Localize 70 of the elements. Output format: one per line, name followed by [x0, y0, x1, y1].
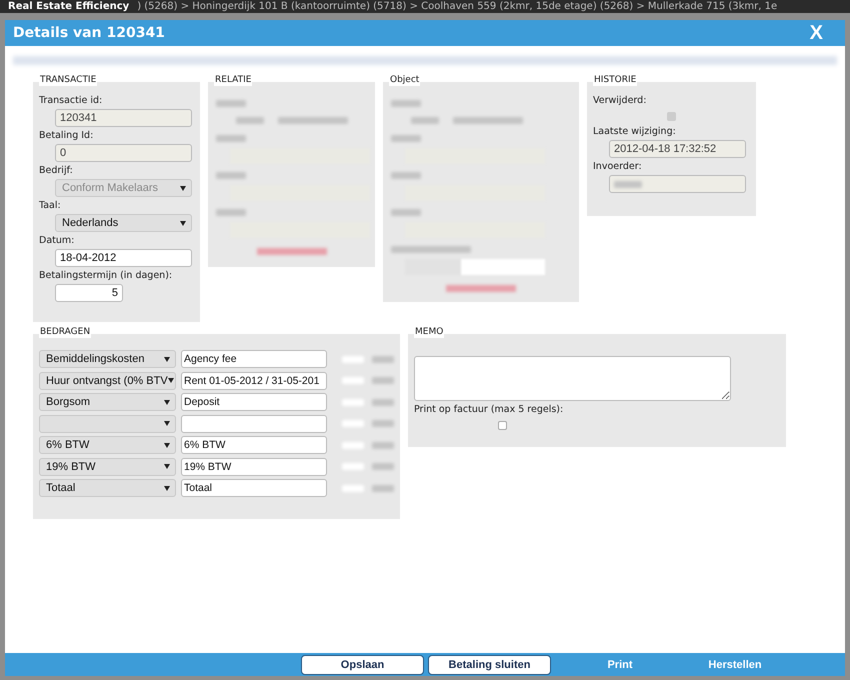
field-label: Betalingstermijn (in dagen):: [39, 270, 174, 282]
blurred-text: [216, 100, 246, 107]
field-label: Taal:: [39, 200, 62, 212]
caret-icon: [164, 486, 170, 490]
panel-title: MEMO: [414, 326, 444, 338]
blurred-text: [372, 442, 394, 448]
panel-title: RELATIE: [214, 74, 252, 86]
blurred-text: [391, 209, 421, 216]
panel-title: HISTORIE: [593, 74, 638, 86]
dropdown[interactable]: Borgsom: [39, 393, 176, 411]
caret-icon: [164, 421, 170, 426]
blurred-text: [411, 116, 439, 124]
blurred-text: [278, 116, 348, 124]
text-field[interactable]: Deposit: [181, 393, 327, 411]
caret-icon: [180, 186, 186, 190]
text-field[interactable]: Totaal: [181, 479, 327, 497]
dropdown[interactable]: Huur ontvangst (0% BTV: [39, 372, 176, 390]
dropdown[interactable]: [39, 414, 176, 432]
dropdown[interactable]: 6% BTW: [39, 436, 176, 454]
caret-icon: [164, 464, 170, 469]
caret-icon: [180, 220, 186, 226]
panel-title: Object: [389, 74, 420, 86]
caret-icon: [168, 378, 174, 383]
field-label: Datum:: [39, 235, 76, 247]
blurred-link[interactable]: [256, 248, 326, 255]
blurred-text: [372, 356, 394, 362]
field-label: Bedrijf:: [39, 165, 74, 177]
blurred-text: [372, 484, 394, 492]
field-label: Invoerder:: [593, 161, 643, 173]
dropdown[interactable]: Nederlands: [55, 214, 192, 232]
blurred-text: [391, 172, 421, 179]
action-button[interactable]: Betaling sluiten: [428, 654, 551, 674]
breadcrumb-text: ) (5268) > Honingerdijk 101 B (kantoorruimte) (5718) > Coolhaven 559 (2kmr, 15de etage) (5268) > Mullerkade 715 (3kmr, 1e: [137, 1, 778, 12]
field-label: Betaling Id:: [39, 130, 94, 142]
blurred-link[interactable]: [446, 285, 516, 292]
text-field[interactable]: [181, 414, 327, 432]
panel-title: BEDRAGEN: [39, 326, 92, 338]
blurred-text: [216, 209, 246, 216]
text-field[interactable]: Agency fee: [181, 350, 327, 368]
text-field[interactable]: 18-04-2012: [55, 249, 192, 267]
field-label: Print op factuur (max 5 regels):: [414, 404, 564, 416]
caret-icon: [164, 356, 170, 362]
caret-icon: [164, 400, 170, 404]
blurred-text: [216, 172, 246, 179]
caret-icon: [164, 442, 170, 448]
text-field[interactable]: 6% BTW: [181, 436, 327, 454]
blurred-text: [391, 100, 421, 107]
blurred-text: [372, 398, 394, 406]
text-field[interactable]: Rent 01-05-2012 / 31-05-201: [181, 372, 327, 390]
field-label: Laatste wijziging:: [593, 126, 677, 138]
field-label: Verwijderd:: [593, 95, 648, 107]
dropdown[interactable]: 19% BTW: [39, 458, 176, 476]
dropdown[interactable]: Bemiddelingskosten: [39, 350, 176, 368]
blurred-text: [372, 377, 394, 384]
panel-title: TRANSACTIE: [39, 74, 98, 86]
blurred-text: [216, 135, 246, 142]
checkbox[interactable]: [498, 420, 507, 430]
text-field[interactable]: 19% BTW: [181, 458, 327, 476]
memo-field[interactable]: [414, 356, 731, 401]
blurred-text: [453, 116, 523, 124]
dialog-title: Details van 120341: [13, 25, 165, 41]
action-button[interactable]: Opslaan: [301, 654, 424, 674]
field-label: Transactie id:: [39, 95, 104, 107]
blurred-text: [614, 180, 642, 188]
dropdown[interactable]: Totaal: [39, 479, 176, 497]
blurred-text: [236, 116, 264, 124]
blurred-text: [372, 463, 394, 470]
number-field[interactable]: 5: [55, 284, 123, 302]
blurred-text: [391, 135, 421, 142]
blurred-text: [372, 420, 394, 427]
